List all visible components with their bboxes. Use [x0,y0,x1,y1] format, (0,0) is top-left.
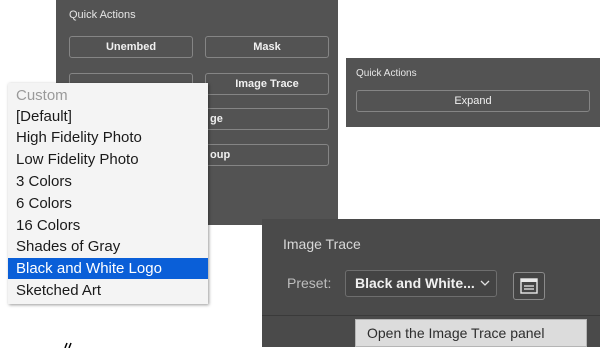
menu-item-high-fidelity-photo[interactable]: High Fidelity Photo [8,127,208,148]
open-panel-tooltip: Open the Image Trace panel [355,319,587,347]
menu-item-default[interactable]: [Default] [8,106,208,127]
menu-item-sketched-art[interactable]: Sketched Art [8,280,208,301]
image-trace-title: Image Trace [283,236,361,252]
preset-select[interactable]: Black and White... [345,270,497,297]
expand-button[interactable]: Expand [356,90,590,112]
partial-mark-icon [64,342,72,348]
quick-actions-panel-right: Quick Actions Expand [346,58,600,127]
panel-divider [262,315,600,316]
quick-actions-title: Quick Actions [69,9,136,21]
menu-item-black-and-white-logo[interactable]: Black and White Logo [8,258,208,279]
preset-value: Black and White... [355,275,475,291]
preset-label: Preset: [287,275,332,291]
partial-button-oup[interactable]: oup [205,144,329,166]
menu-item-6-colors[interactable]: 6 Colors [8,193,208,214]
menu-item-low-fidelity-photo[interactable]: Low Fidelity Photo [8,149,208,170]
open-image-trace-panel-button[interactable] [513,272,545,300]
menu-item-custom: Custom [16,87,68,104]
image-trace-button[interactable]: Image Trace [205,73,329,95]
menu-item-shades-of-gray[interactable]: Shades of Gray [8,236,208,257]
panel-icon [520,278,538,294]
chevron-down-icon [480,271,490,306]
menu-item-16-colors[interactable]: 16 Colors [8,215,208,236]
quick-actions-title-right: Quick Actions [356,68,417,79]
preset-menu: Custom [Default] High Fidelity Photo Low… [8,83,208,304]
menu-item-3-colors[interactable]: 3 Colors [8,171,208,192]
unembed-button[interactable]: Unembed [69,36,193,58]
mask-button[interactable]: Mask [205,36,329,58]
partial-button-ge[interactable]: ge [205,108,329,130]
